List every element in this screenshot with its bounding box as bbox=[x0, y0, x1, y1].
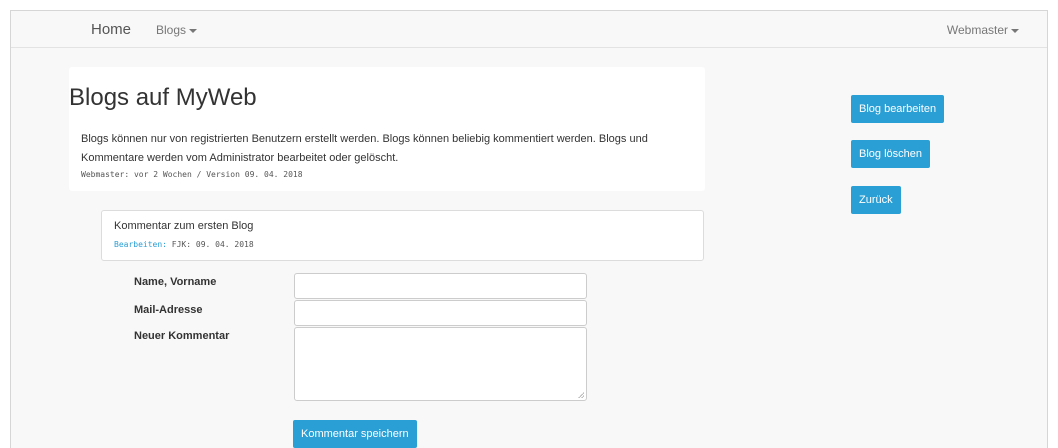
comment-card: Kommentar zum ersten Blog Bearbeiten: FJ… bbox=[101, 210, 704, 261]
nav-user-label: Webmaster bbox=[946, 23, 1008, 37]
delete-blog-button[interactable]: Blog löschen bbox=[851, 140, 930, 168]
chevron-down-icon bbox=[1011, 28, 1019, 33]
comment-label: Neuer Kommentar bbox=[134, 330, 230, 342]
navbar: Home Blogs Webmaster bbox=[11, 11, 1047, 48]
save-comment-button[interactable]: Kommentar speichern bbox=[293, 420, 417, 448]
resize-grip-icon[interactable] bbox=[578, 392, 584, 398]
page-title: Blogs auf MyWeb bbox=[69, 84, 257, 111]
name-field[interactable] bbox=[294, 273, 587, 299]
mail-field[interactable] bbox=[294, 300, 587, 326]
blog-description: Blogs können nur von registrierten Benut… bbox=[81, 133, 648, 164]
nav-blogs-label: Blogs bbox=[156, 23, 187, 37]
comment-textarea[interactable] bbox=[294, 327, 587, 401]
back-button[interactable]: Zurück bbox=[851, 186, 901, 214]
nav-home-link[interactable]: Home bbox=[91, 21, 131, 38]
nav-user-dropdown[interactable]: Webmaster bbox=[947, 23, 1019, 37]
edit-blog-button[interactable]: Blog bearbeiten bbox=[851, 95, 945, 123]
mail-label: Mail-Adresse bbox=[134, 304, 203, 316]
name-label: Name, Vorname bbox=[134, 276, 217, 288]
nav-blogs-dropdown[interactable]: Blogs bbox=[156, 23, 198, 37]
comment-title: Kommentar zum ersten Blog bbox=[114, 220, 254, 232]
browser-frame: Home Blogs Webmaster Blogs auf MyWeb Blo… bbox=[10, 10, 1048, 448]
blog-meta: Webmaster: vor 2 Wochen / Version 09. 04… bbox=[81, 170, 303, 179]
edit-comment-link[interactable]: Bearbeiten: bbox=[114, 240, 167, 249]
chevron-down-icon bbox=[189, 28, 198, 33]
blog-panel: Blogs auf MyWeb Blogs können nur von reg… bbox=[69, 67, 705, 191]
comment-meta: Bearbeiten: FJK: 09. 04. 2018 bbox=[114, 240, 254, 249]
comment-meta-text: FJK: 09. 04. 2018 bbox=[166, 240, 254, 249]
